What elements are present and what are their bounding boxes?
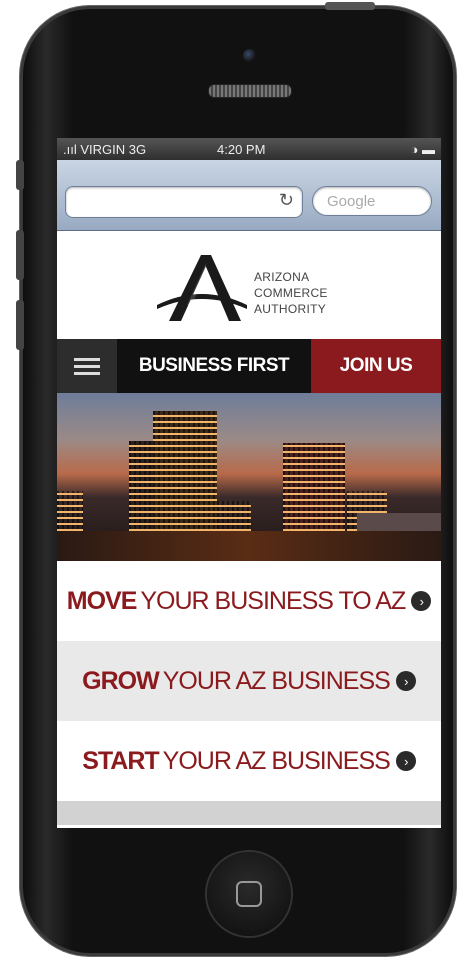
join-us-button[interactable]: JOIN US — [311, 339, 441, 393]
logo-line-1: ARIZONA — [254, 270, 310, 284]
hamburger-menu-icon[interactable] — [57, 339, 117, 393]
site-header: ARIZONA COMMERCE AUTHORITY — [57, 231, 441, 339]
screen: .ııl VIRGIN 3G 4:20 PM ◑ ▬ ↻ Google ARIZ… — [57, 138, 441, 828]
search-field[interactable]: Google — [312, 186, 432, 216]
reload-icon[interactable]: ↻ — [279, 190, 294, 211]
home-square-icon — [236, 881, 262, 907]
browser-address-bar: ↻ Google — [57, 160, 441, 231]
battery-icon: ◑ ▬ — [410, 142, 435, 157]
url-field[interactable]: ↻ — [65, 186, 303, 218]
logo-text[interactable]: ARIZONA COMMERCE AUTHORITY — [254, 269, 328, 317]
chevron-right-icon: › — [395, 751, 416, 771]
clock: 4:20 PM — [217, 142, 266, 157]
volume-up-button — [16, 230, 24, 280]
power-button — [325, 2, 375, 10]
mute-switch — [16, 160, 24, 190]
move-rest-label: YOUR BUSINESS TO AZ — [140, 586, 406, 615]
logo-line-3: AUTHORITY — [254, 302, 327, 316]
hero-city-image — [57, 393, 441, 561]
start-rest-label: YOUR AZ BUSINESS — [162, 746, 391, 775]
camera-icon — [243, 49, 256, 62]
move-business-link[interactable]: MOVE YOUR BUSINESS TO AZ › — [57, 561, 441, 641]
page-footer-strip — [57, 801, 441, 825]
carrier-label: .ııl VIRGIN 3G — [63, 142, 147, 157]
move-label: MOVE — [66, 586, 138, 615]
start-business-link[interactable]: START YOUR AZ BUSINESS › — [57, 721, 441, 801]
start-label: START — [82, 746, 159, 775]
speaker-grille — [208, 84, 292, 98]
logo-line-2: COMMERCE — [254, 286, 328, 300]
grow-rest-label: YOUR AZ BUSINESS — [162, 666, 391, 695]
status-bar: .ııl VIRGIN 3G 4:20 PM ◑ ▬ — [57, 138, 441, 160]
aca-logo-icon[interactable] — [157, 253, 247, 323]
volume-down-button — [16, 300, 24, 350]
main-nav: BUSINESS FIRST JOIN US — [57, 339, 441, 393]
chevron-right-icon: › — [411, 591, 432, 611]
grow-business-link[interactable]: GROW YOUR AZ BUSINESS › — [57, 641, 441, 721]
grow-label: GROW — [82, 666, 160, 695]
chevron-right-icon: › — [395, 671, 416, 691]
business-first-link[interactable]: BUSINESS FIRST — [117, 339, 311, 393]
home-button[interactable] — [207, 852, 291, 936]
